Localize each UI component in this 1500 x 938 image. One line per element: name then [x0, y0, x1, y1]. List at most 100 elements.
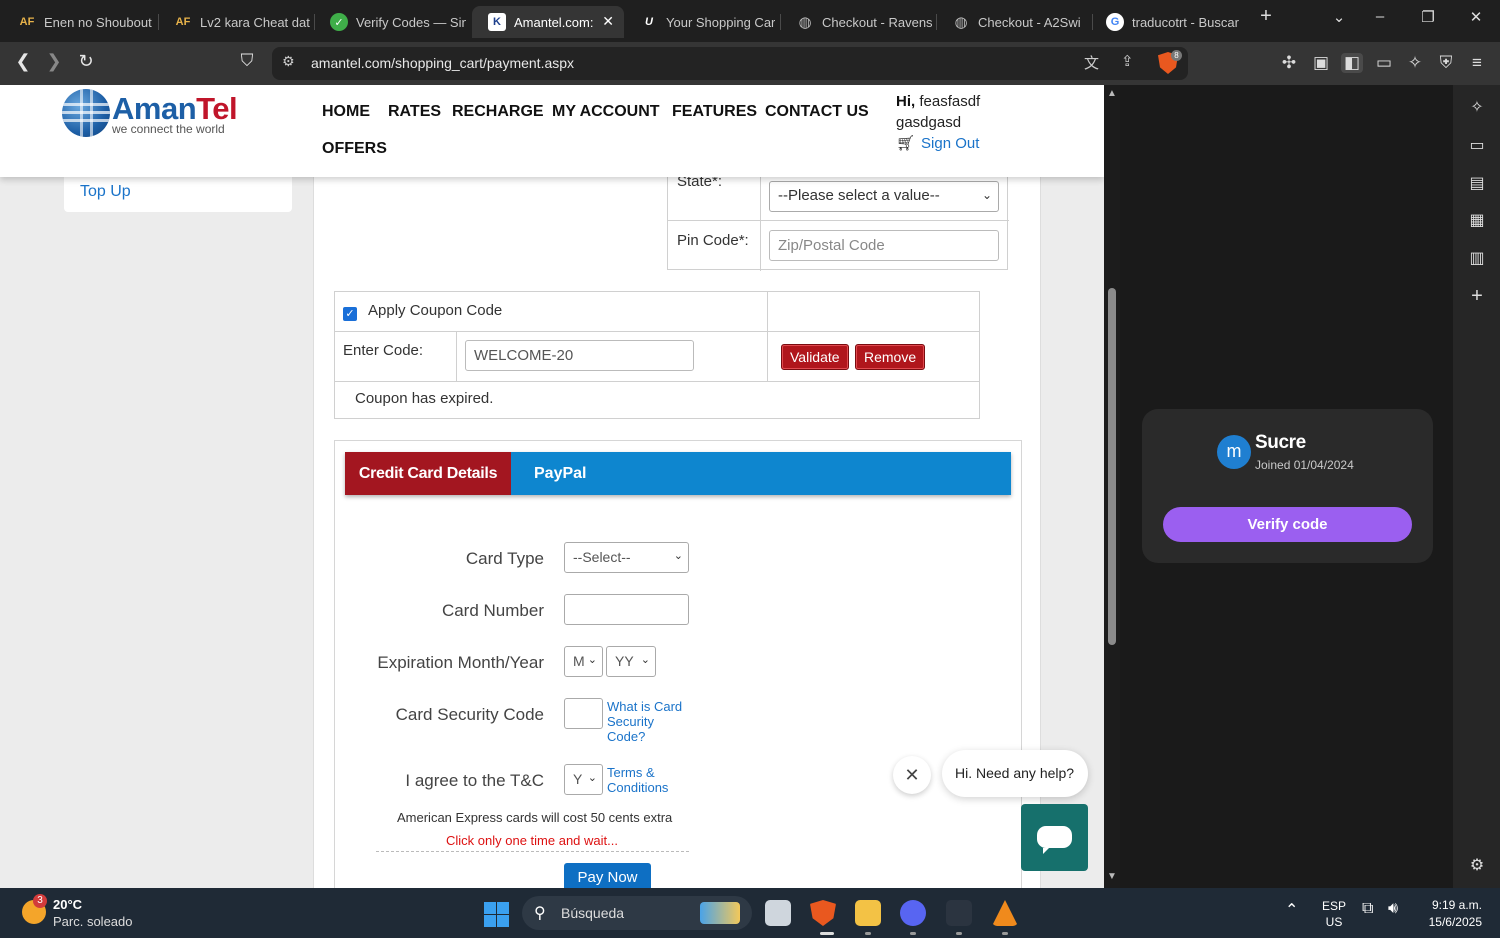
browser-tab[interactable]: ◍ Checkout - A2Swi [936, 6, 1088, 38]
menu-icon[interactable]: ≡ [1466, 53, 1488, 73]
nav-home[interactable]: HOME [322, 103, 370, 121]
nav-features[interactable]: FEATURES [672, 103, 757, 121]
bookmarks-icon[interactable]: ▦ [1465, 210, 1489, 230]
discord-icon[interactable] [900, 900, 926, 926]
card-type-select[interactable]: --Select-- ⌄ [564, 542, 689, 573]
logo-name-part: Tel [196, 91, 238, 126]
brave-browser-icon[interactable] [810, 900, 836, 926]
windows-taskbar: 3 20°C Parc. soleado ⚲ Búsqueda ⌃ ESP US… [0, 888, 1500, 938]
settings-gear-icon[interactable]: ⚙ [1465, 855, 1489, 875]
terms-link[interactable]: Terms & Conditions [607, 765, 668, 795]
browser-tab[interactable]: AF Enen no Shoubout [2, 6, 154, 38]
network-icon[interactable]: ⧉ [1362, 900, 1373, 918]
maximize-icon[interactable]: ❐ [1414, 8, 1442, 26]
tab-favicon-af-icon: AF [19, 16, 35, 28]
system-clock[interactable]: 9:19 a.m. 15/6/2025 [1420, 897, 1482, 931]
coupon-code-input[interactable]: WELCOME-20 [465, 340, 694, 371]
logo-tagline: we connect the world [112, 122, 225, 136]
click-once-note: Click only one time and wait... [446, 833, 618, 848]
chat-close-icon[interactable]: ✕ [893, 756, 931, 794]
scroll-down-arrow-icon[interactable]: ▼ [1107, 871, 1117, 882]
state-select[interactable]: --Please select a value-- ⌄ [769, 181, 999, 212]
keyboard-layout: US [1325, 915, 1343, 929]
share-icon[interactable]: ⇪ [1121, 52, 1134, 70]
app-icon[interactable] [946, 900, 972, 926]
address-bar[interactable]: ⚙ amantel.com/shopping_cart/payment.aspx… [272, 47, 1188, 80]
validate-button[interactable]: Validate [781, 344, 849, 370]
csc-help-link[interactable]: What is Card Security Code? [607, 699, 682, 744]
weather-condition[interactable]: Parc. soleado [53, 914, 133, 929]
browser-tab-bar: AF Enen no Shoubout AF Lv2 kara Cheat da… [0, 0, 1500, 42]
language-code: ESP [1322, 899, 1347, 913]
file-explorer-icon[interactable] [855, 900, 881, 926]
scrollbar-thumb[interactable] [1108, 288, 1116, 645]
exp-month-select[interactable]: M ⌄ [564, 646, 603, 677]
back-icon[interactable]: ❮ [10, 51, 36, 72]
bookmark-icon[interactable]: ⛉ [234, 51, 260, 71]
amantel-logo[interactable]: AmanTel we connect the world [62, 89, 252, 141]
extensions-icon[interactable]: ✣ [1278, 53, 1300, 73]
forward-icon[interactable]: ❯ [41, 51, 67, 72]
tc-select[interactable]: Y ⌄ [564, 764, 603, 795]
leo-ai-icon[interactable]: ✧ [1465, 97, 1489, 117]
site-settings-icon[interactable]: ⚙ [282, 53, 295, 70]
reload-icon[interactable]: ↻ [73, 51, 99, 72]
card-number-input[interactable] [564, 594, 689, 625]
nav-offers[interactable]: OFFERS [322, 140, 387, 158]
wallet-icon[interactable]: ▭ [1373, 53, 1395, 73]
tab-favicon-u-icon: U [645, 16, 653, 28]
task-view-icon[interactable] [765, 900, 791, 926]
csc-input[interactable] [564, 698, 603, 729]
browser-tab[interactable]: ✓ Verify Codes — Sin [314, 6, 466, 38]
tab-paypal[interactable]: PayPal [511, 452, 1011, 495]
url-text[interactable]: amantel.com/shopping_cart/payment.aspx [311, 55, 574, 71]
remove-button[interactable]: Remove [855, 344, 926, 370]
windows-start-icon[interactable] [484, 902, 509, 927]
browser-tab[interactable]: ◍ Checkout - Ravens [780, 6, 932, 38]
pin-code-label: Pin Code*: [677, 232, 749, 249]
talk-icon[interactable]: ▭ [1465, 135, 1489, 155]
vlc-icon[interactable] [992, 900, 1018, 926]
chat-launcher-button[interactable] [1021, 804, 1088, 871]
cart-icon[interactable]: 🛒︎ [896, 133, 915, 154]
taskbar-search[interactable]: ⚲ Búsqueda [522, 896, 752, 930]
pin-code-input[interactable]: Zip/Postal Code [769, 230, 999, 261]
new-tab-icon[interactable]: + [1252, 5, 1280, 28]
leo-ai-icon[interactable]: ✧ [1404, 53, 1426, 73]
verify-code-button[interactable]: Verify code [1163, 507, 1412, 542]
close-window-icon[interactable]: ✕ [1462, 8, 1490, 26]
translate-icon[interactable]: 文 [1084, 52, 1099, 73]
tab-search-chevron-icon[interactable]: ⌄ [1325, 8, 1353, 26]
tab-favicon-k-icon: K [488, 13, 506, 31]
browser-tab[interactable]: AF Lv2 kara Cheat dat [158, 6, 310, 38]
apply-coupon-checkbox[interactable]: ✓ [343, 307, 357, 321]
close-tab-icon[interactable]: ✕ [602, 13, 614, 30]
nav-contact-us[interactable]: CONTACT US [765, 103, 869, 121]
sidebar-topup-link[interactable]: Top Up [80, 183, 131, 201]
add-panel-icon[interactable]: + [1465, 285, 1489, 308]
browser-tab-active[interactable]: K Amantel.com: ✕ [472, 6, 624, 38]
reading-list-icon[interactable]: ▥ [1465, 248, 1489, 268]
minimize-icon[interactable]: – [1366, 8, 1394, 25]
tray-overflow-chevron-icon[interactable]: ⌃ [1285, 900, 1298, 920]
page-scrollbar[interactable]: ▲ ▼ [1104, 85, 1120, 888]
weather-temperature[interactable]: 20°C [53, 897, 82, 912]
browser-tab[interactable]: U Your Shopping Car [624, 6, 776, 38]
pay-now-button[interactable]: Pay Now [564, 863, 651, 888]
language-indicator[interactable]: ESP US [1322, 898, 1346, 930]
scroll-up-arrow-icon[interactable]: ▲ [1107, 88, 1117, 99]
panel-icon[interactable]: ◧ [1341, 53, 1363, 73]
volume-icon[interactable]: 🔊︎ [1388, 900, 1398, 918]
wallet-icon[interactable]: ▤ [1465, 173, 1489, 193]
nav-my-account[interactable]: MY ACCOUNT [552, 103, 660, 121]
vpn-icon[interactable]: ⛨ [1435, 53, 1457, 73]
sidebar-toggle-icon[interactable]: ▣ [1310, 53, 1332, 73]
tab-credit-card[interactable]: Credit Card Details [345, 452, 511, 495]
exp-year-select[interactable]: YY ⌄ [606, 646, 656, 677]
app-indicator [1002, 932, 1008, 935]
chat-prompt-bubble[interactable]: Hi. Need any help? [942, 750, 1088, 797]
browser-tab[interactable]: G traducotrt - Buscar [1090, 6, 1242, 38]
sign-out-link[interactable]: Sign Out [921, 135, 979, 152]
nav-recharge[interactable]: RECHARGE [452, 103, 544, 121]
nav-rates[interactable]: RATES [388, 103, 441, 121]
